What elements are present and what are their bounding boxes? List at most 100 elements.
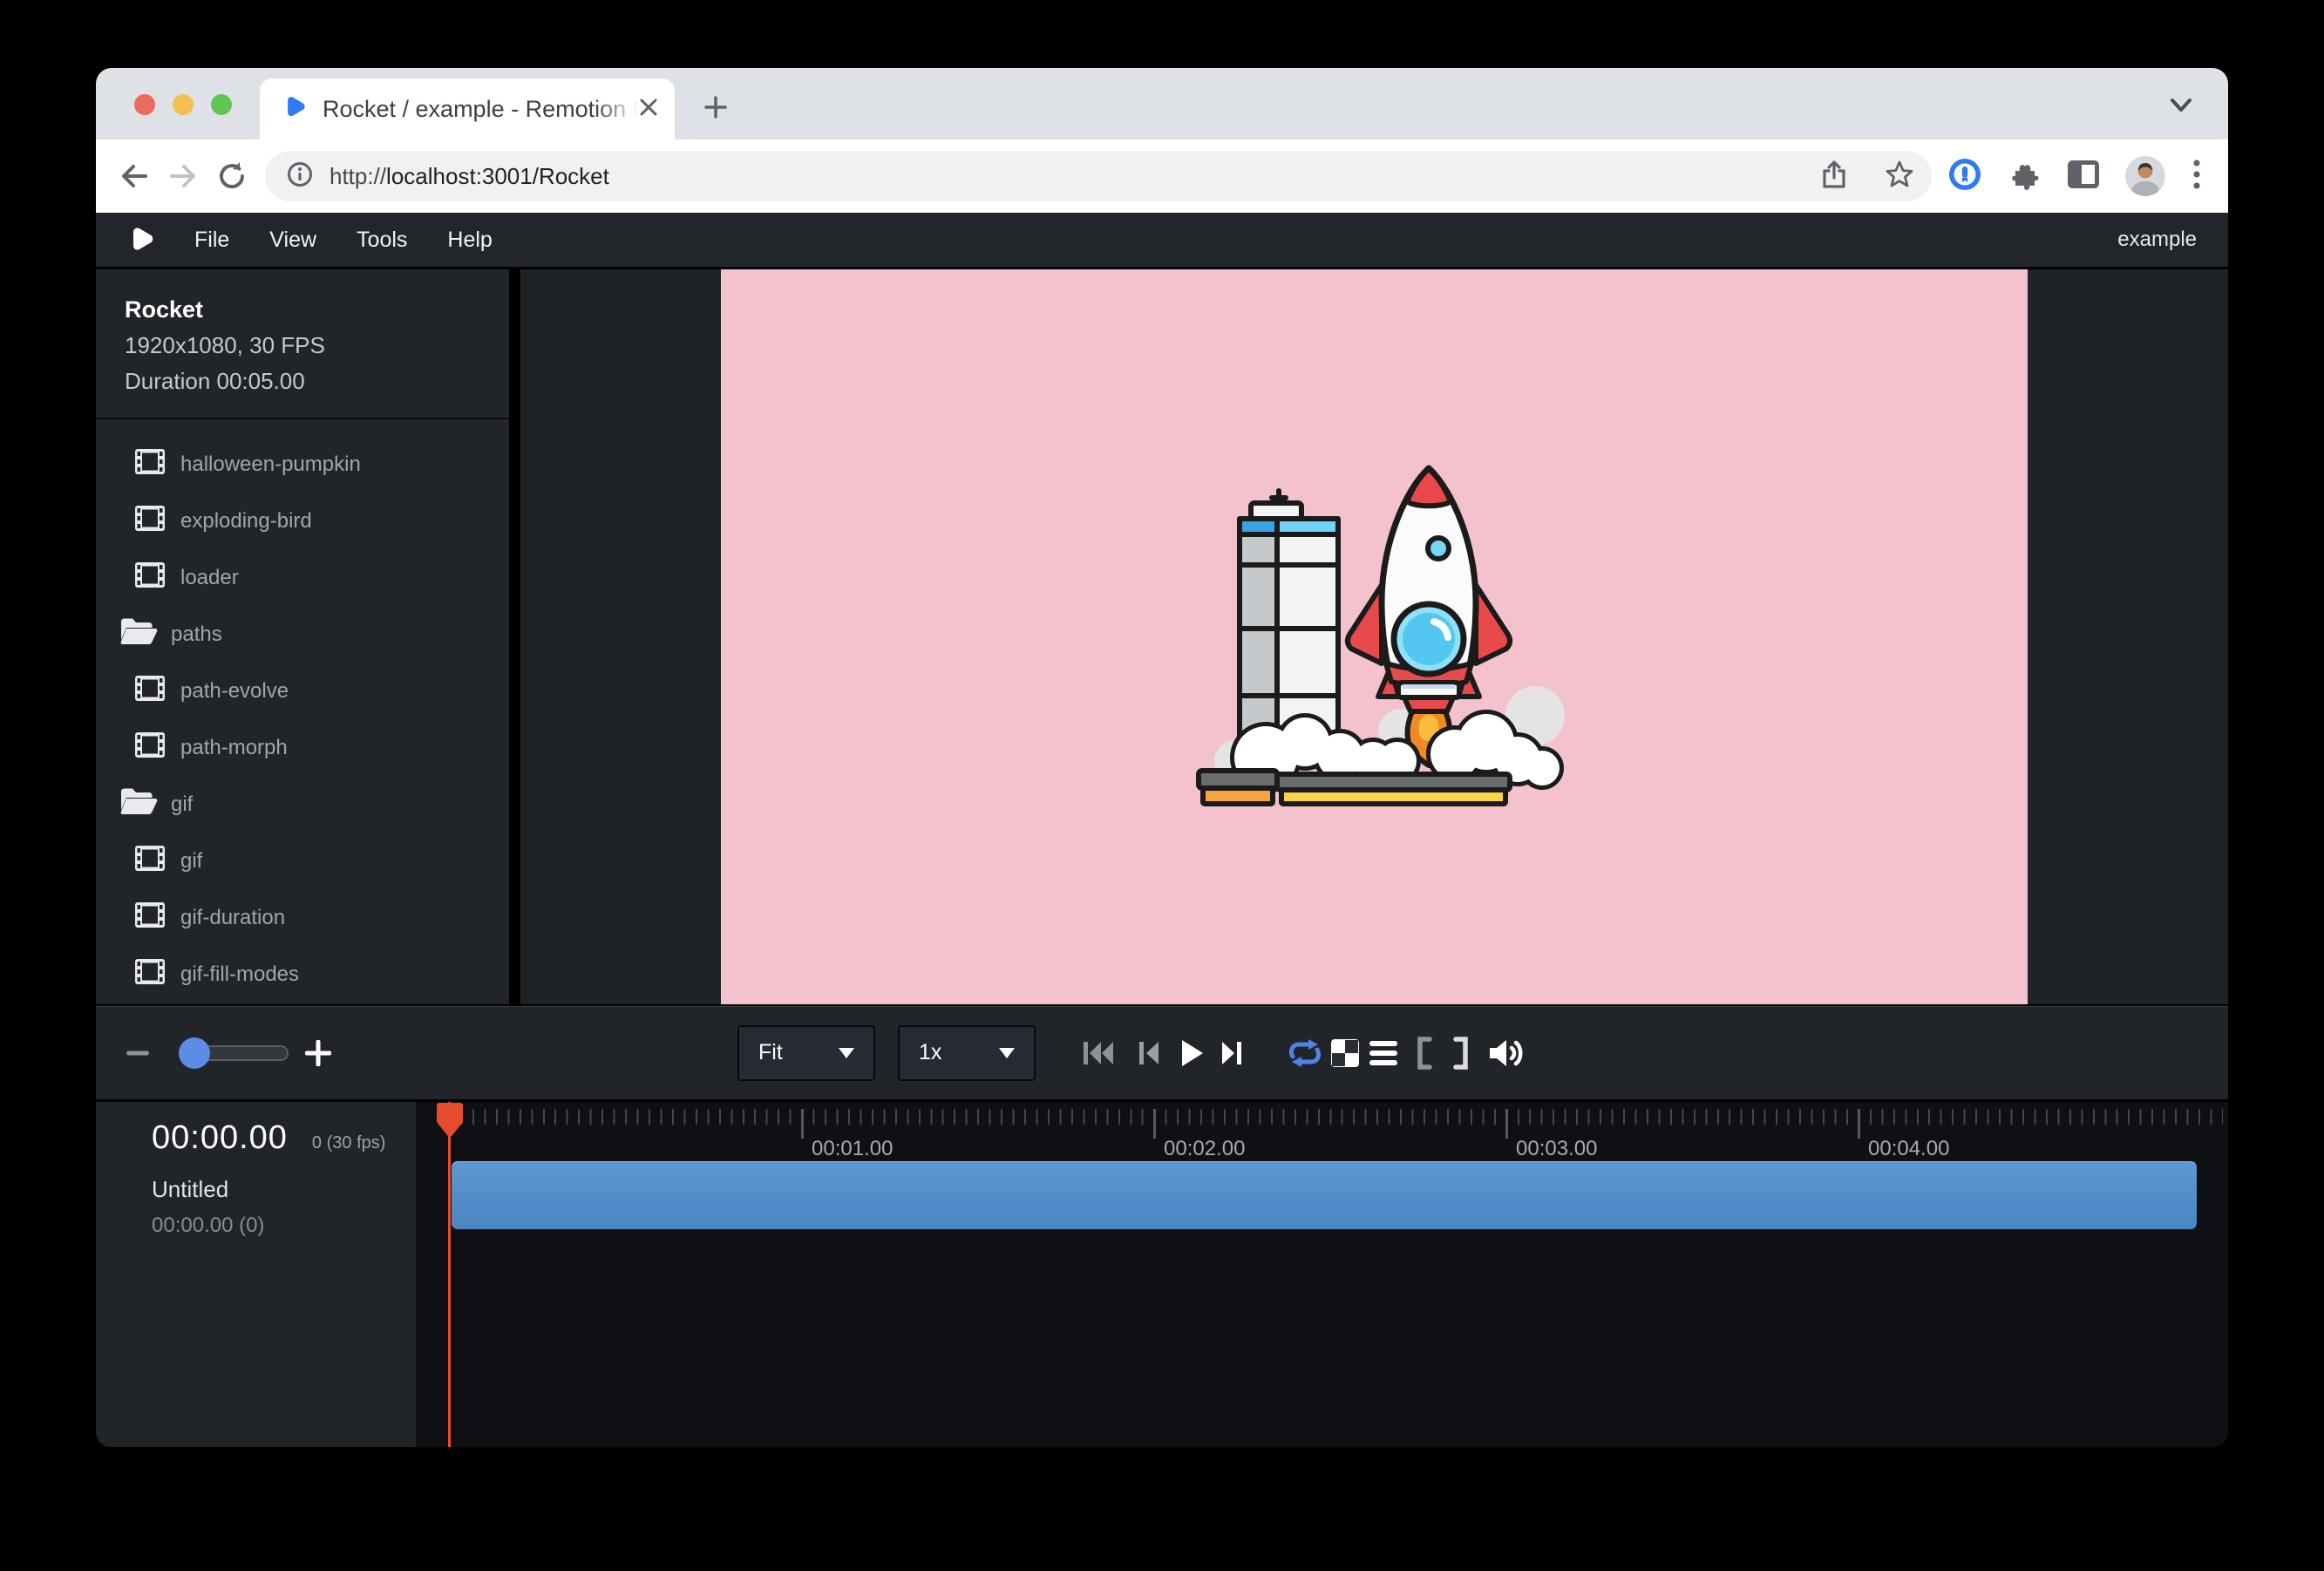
composition-label: gif-duration bbox=[180, 906, 285, 930]
film-icon bbox=[134, 561, 166, 595]
volume-button[interactable] bbox=[1488, 1037, 1526, 1070]
sidebar-composition-loader[interactable]: loader bbox=[96, 549, 509, 606]
timeline-lane[interactable]: 00:01.0000:02.0000:03.0000:04.00 bbox=[427, 1102, 2228, 1447]
fullscreen-window-button[interactable] bbox=[211, 94, 232, 115]
menu-tools[interactable]: Tools bbox=[336, 228, 427, 253]
timeline-track-bar[interactable] bbox=[452, 1161, 2197, 1229]
playback-speed-dropdown[interactable]: 1x bbox=[898, 1025, 1036, 1081]
minimize-window-button[interactable] bbox=[173, 94, 194, 115]
timeline-frame-ticks bbox=[449, 1109, 2223, 1125]
timeline-second-tick bbox=[801, 1109, 804, 1139]
sidebar-composition-exploding-bird[interactable]: exploding-bird bbox=[96, 493, 509, 549]
chevron-down-icon bbox=[999, 1048, 1015, 1066]
timeline-second-label: 00:02.00 bbox=[1164, 1137, 1245, 1161]
composition-label: halloween-pumpkin bbox=[180, 452, 361, 477]
traffic-lights bbox=[134, 94, 232, 115]
folder-icon bbox=[119, 786, 158, 822]
side-panel-icon[interactable] bbox=[2068, 160, 2099, 193]
back-button[interactable] bbox=[110, 152, 159, 201]
browser-toolbar: http://localhost:3001/Rocket bbox=[96, 139, 2228, 213]
bookmark-star-icon[interactable] bbox=[1885, 160, 1914, 194]
extensions-puzzle-icon[interactable] bbox=[2008, 158, 2042, 195]
browser-menu-dots-icon[interactable] bbox=[2191, 157, 2202, 196]
remotion-logo-icon[interactable] bbox=[127, 226, 155, 254]
track-name: Untitled bbox=[152, 1176, 416, 1203]
forward-button[interactable] bbox=[159, 152, 207, 201]
close-window-button[interactable] bbox=[134, 94, 155, 115]
sidebar-composition-halloween-pumpkin[interactable]: halloween-pumpkin bbox=[96, 436, 509, 493]
film-icon bbox=[134, 505, 166, 538]
playhead-marker[interactable] bbox=[436, 1102, 464, 1139]
out-point-bracket-button[interactable] bbox=[1453, 1037, 1471, 1070]
film-icon bbox=[134, 675, 166, 708]
sidebar-folder-gif[interactable]: gif bbox=[96, 776, 509, 833]
current-time-display: 00:00.00 bbox=[152, 1119, 288, 1157]
timeline-zoom-slider[interactable] bbox=[180, 1045, 289, 1061]
playhead-line[interactable] bbox=[448, 1102, 451, 1447]
timeline-zoom-slider-knob[interactable] bbox=[179, 1037, 210, 1069]
video-canvas bbox=[721, 269, 2028, 1004]
profile-avatar[interactable] bbox=[2125, 156, 2165, 196]
playback-speed-value: 1x bbox=[919, 1040, 941, 1065]
previous-frame-button[interactable] bbox=[1136, 1040, 1160, 1066]
jump-to-start-button[interactable] bbox=[1082, 1040, 1115, 1066]
composition-label: path-morph bbox=[180, 736, 288, 760]
player-controls-bar: Fit 1x bbox=[96, 1004, 2228, 1102]
film-icon bbox=[134, 901, 166, 935]
new-tab-button[interactable] bbox=[703, 94, 729, 125]
composition-label: paths bbox=[171, 622, 222, 647]
timeline-zoom-in-button[interactable] bbox=[305, 1040, 331, 1066]
site-info-icon[interactable] bbox=[286, 160, 314, 193]
in-point-bracket-button[interactable] bbox=[1415, 1037, 1432, 1070]
remotion-menu-bar: File View Tools Help example bbox=[96, 213, 2228, 269]
tab-search-chevron-icon[interactable] bbox=[2169, 96, 2193, 119]
timeline-zoom-out-button[interactable] bbox=[126, 1051, 149, 1055]
menu-file[interactable]: File bbox=[174, 228, 249, 253]
menu-help[interactable]: Help bbox=[427, 228, 512, 253]
canvas-size-dropdown[interactable]: Fit bbox=[737, 1025, 875, 1081]
toolbar-extensions bbox=[1947, 156, 2202, 196]
remotion-favicon-icon bbox=[282, 95, 307, 124]
current-frame-display: 0 (30 fps) bbox=[312, 1133, 385, 1153]
composition-label: gif bbox=[180, 849, 202, 874]
composition-label: gif-fill-modes bbox=[180, 962, 299, 987]
transparency-checkerboard-button[interactable] bbox=[1330, 1038, 1360, 1068]
timeline-second-label: 00:01.00 bbox=[812, 1137, 893, 1161]
timeline-second-label: 00:04.00 bbox=[1868, 1137, 1949, 1161]
composition-resolution: 1920x1080, 30 FPS bbox=[96, 332, 509, 359]
tab-close-icon[interactable] bbox=[638, 97, 659, 122]
reload-button[interactable] bbox=[207, 152, 256, 201]
track-time-range: 00:00.00 (0) bbox=[152, 1214, 416, 1238]
browser-window: Rocket / example - Remotion P http://loc… bbox=[96, 68, 2228, 1447]
composition-duration: Duration 00:05.00 bbox=[96, 368, 509, 395]
compositions-sidebar: Rocket 1920x1080, 30 FPS Duration 00:05.… bbox=[96, 269, 520, 1004]
sidebar-composition-gif[interactable]: gif bbox=[96, 833, 509, 889]
address-bar[interactable]: http://localhost:3001/Rocket bbox=[265, 151, 1932, 201]
play-button[interactable] bbox=[1179, 1038, 1205, 1068]
canvas-size-value: Fit bbox=[758, 1040, 783, 1065]
timeline-second-tick bbox=[1153, 1109, 1156, 1139]
browser-tab[interactable]: Rocket / example - Remotion P bbox=[260, 78, 675, 139]
share-icon[interactable] bbox=[1820, 160, 1848, 194]
film-icon bbox=[134, 958, 166, 991]
preview-area bbox=[520, 269, 2228, 1004]
sidebar-composition-gif-fill-modes[interactable]: gif-fill-modes bbox=[96, 946, 509, 1003]
sidebar-folder-paths[interactable]: paths bbox=[96, 606, 509, 663]
timeline-panel: 00:00.00 0 (30 fps) Untitled 00:00.00 (0… bbox=[96, 1102, 2228, 1447]
timeline-info-panel: 00:00.00 0 (30 fps) Untitled 00:00.00 (0… bbox=[96, 1102, 416, 1447]
menu-view[interactable]: View bbox=[249, 228, 336, 253]
project-name-label: example bbox=[2117, 228, 2197, 252]
next-frame-button[interactable] bbox=[1220, 1040, 1245, 1066]
sidebar-composition-gif-duration[interactable]: gif-duration bbox=[96, 889, 509, 946]
timeline-rows-button[interactable] bbox=[1369, 1040, 1398, 1066]
film-icon bbox=[134, 731, 166, 765]
film-icon bbox=[134, 448, 166, 481]
loop-toggle-button[interactable] bbox=[1287, 1038, 1323, 1068]
sidebar-composition-path-morph[interactable]: path-morph bbox=[96, 719, 509, 776]
onepassword-extension-icon[interactable] bbox=[1947, 157, 1982, 196]
sidebar-composition-path-evolve[interactable]: path-evolve bbox=[96, 663, 509, 719]
chevron-down-icon bbox=[839, 1048, 854, 1066]
url-text: http://localhost:3001/Rocket bbox=[330, 163, 609, 190]
main-content: Rocket 1920x1080, 30 FPS Duration 00:05.… bbox=[96, 269, 2228, 1004]
timeline-second-tick bbox=[1858, 1109, 1860, 1139]
